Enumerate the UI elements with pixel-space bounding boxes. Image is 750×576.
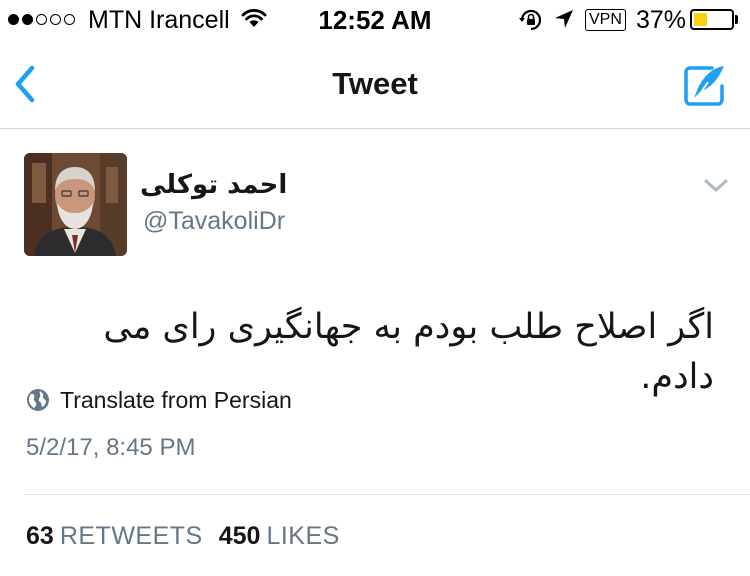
retweets-count: 63 xyxy=(26,522,54,550)
likes-stat[interactable]: 450 LIKES xyxy=(219,522,340,551)
display-name[interactable]: احمد توکلی xyxy=(140,170,292,200)
globe-icon xyxy=(27,389,49,411)
vpn-badge: VPN xyxy=(585,9,626,31)
status-bar: MTN Irancell 12:52 AM VPN 37% xyxy=(0,0,750,40)
translate-button[interactable]: Translate from Persian xyxy=(26,385,292,415)
retweets-stat[interactable]: 63 RETWEETS xyxy=(26,522,203,551)
divider xyxy=(24,494,750,495)
page-title: Tweet xyxy=(332,66,418,101)
battery-level-fill xyxy=(694,13,708,26)
rotation-lock-icon xyxy=(518,8,544,37)
battery-percent: 37% xyxy=(636,6,687,34)
user-handle[interactable]: @TavakoliDr xyxy=(143,207,285,236)
engagement-stats: 63 RETWEETS 450 LIKES xyxy=(26,522,356,551)
compose-tweet-button[interactable] xyxy=(682,64,726,108)
battery-icon xyxy=(690,9,734,30)
translate-label: Translate from Persian xyxy=(60,386,292,413)
tweet-timestamp: 5/2/17, 8:45 PM xyxy=(26,434,196,461)
likes-count: 450 xyxy=(218,522,261,550)
chevron-down-icon[interactable] xyxy=(703,178,729,199)
nav-bar: Tweet xyxy=(0,40,750,129)
avatar[interactable] xyxy=(24,153,127,256)
location-arrow-icon xyxy=(553,8,575,35)
compose-quill-icon xyxy=(684,66,724,106)
retweets-label: RETWEETS xyxy=(59,522,203,550)
likes-label: LIKES xyxy=(266,522,340,550)
battery-tip xyxy=(735,15,738,24)
